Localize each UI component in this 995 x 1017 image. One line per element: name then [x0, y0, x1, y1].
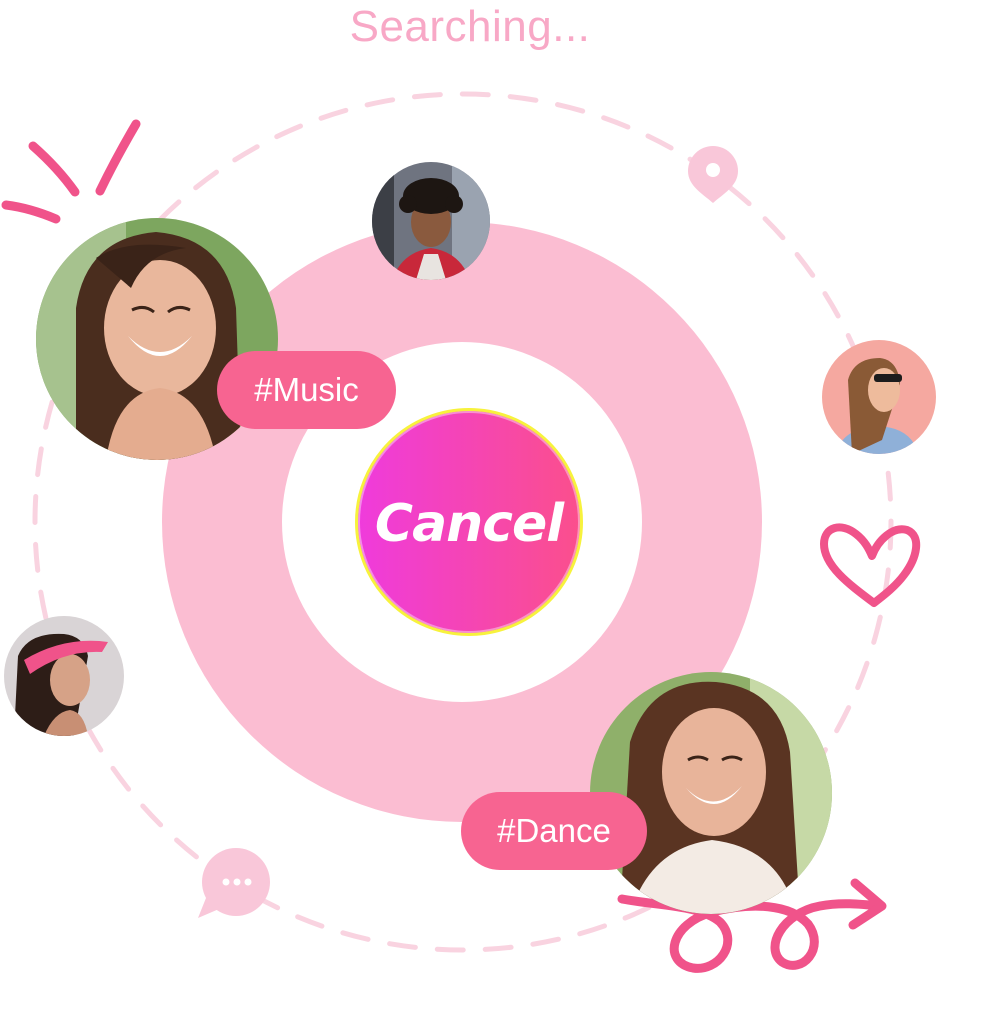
- avatar-woman-visor[interactable]: [4, 616, 124, 736]
- tag-music[interactable]: #Music: [217, 351, 396, 429]
- avatar-woman-sunglasses[interactable]: [822, 340, 936, 454]
- avatar-woman-smiling-photo: [590, 672, 832, 914]
- avatar-woman-sunglasses-photo: [822, 340, 936, 454]
- sparkle-lines-icon: [1, 119, 141, 224]
- avatar-man-curly-hair-photo: [372, 162, 490, 280]
- avatar-man-curly-hair[interactable]: [372, 162, 490, 280]
- location-pin-icon: [688, 146, 738, 203]
- chat-bubble-icon: [198, 848, 270, 918]
- cancel-button[interactable]: Cancel: [355, 408, 583, 636]
- avatar-woman-smiling[interactable]: [590, 672, 832, 914]
- cancel-button-label: Cancel: [374, 494, 564, 554]
- heart-icon: [820, 523, 921, 607]
- tag-dance[interactable]: #Dance: [461, 792, 647, 870]
- searching-status-title: Searching...: [349, 2, 591, 51]
- avatar-woman-visor-photo: [4, 616, 124, 736]
